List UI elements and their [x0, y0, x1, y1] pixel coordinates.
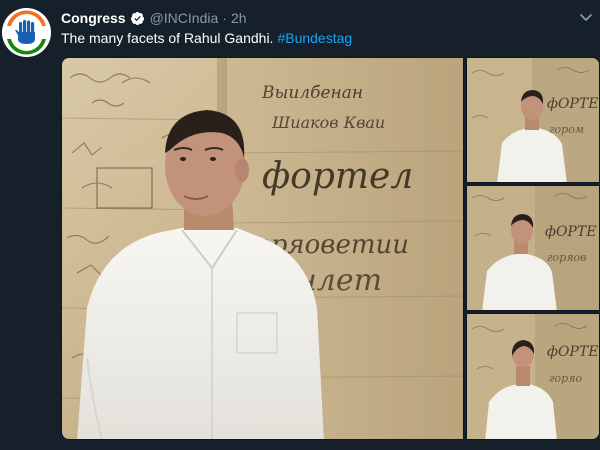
photo-side-3[interactable]: фОРТЕ горяо	[466, 313, 600, 440]
graffiti-side2: фОРТЕ	[545, 224, 596, 240]
avatar[interactable]	[2, 8, 51, 57]
svg-text:гором: гором	[549, 123, 584, 136]
separator-dot: ·	[222, 10, 227, 26]
tweet-text: The many facets of Rahul Gandhi. #Bundest…	[61, 30, 352, 46]
media-grid: Выилбенан Шиаков Кваи фортел горяоветии …	[61, 57, 600, 440]
graffiti-side1: фОРТЕ	[547, 96, 598, 112]
photo-man-standing-2: фОРТЕ горяов	[467, 186, 599, 310]
hashtag-link[interactable]: #Bundestag	[277, 30, 352, 46]
graffiti-side3: фОРТЕ	[547, 344, 598, 360]
photo-man-facing-left: Выилбенан Шиаков Кваи фортел горяоветии …	[62, 58, 463, 439]
graffiti-text-top: Выилбенан	[261, 83, 363, 103]
photo-main[interactable]: Выилбенан Шиаков Кваи фортел горяоветии …	[61, 57, 464, 440]
photo-man-looking-up: фОРТЕ горяо	[467, 314, 599, 439]
author-handle[interactable]: @INCIndia	[150, 10, 219, 26]
chevron-down-icon[interactable]	[578, 9, 594, 25]
congress-logo-icon	[2, 8, 51, 57]
verified-badge-icon	[130, 11, 144, 25]
svg-text:горяов: горяов	[547, 251, 587, 264]
graffiti-text-forte: фортел	[262, 156, 413, 197]
tweet-card[interactable]: Congress @INCIndia · 2h The many facets …	[0, 0, 600, 450]
tweet-header: Congress @INCIndia · 2h	[61, 8, 247, 28]
svg-text:горяо: горяо	[549, 372, 583, 385]
tweet-timestamp[interactable]: 2h	[231, 10, 247, 26]
photo-man-standing-1: фОРТЕ гором	[467, 58, 599, 182]
graffiti-text-line2: Шиаков Кваи	[271, 113, 385, 132]
photo-side-1[interactable]: фОРТЕ гором	[466, 57, 600, 183]
photo-side-2[interactable]: фОРТЕ горяов	[466, 185, 600, 311]
author-name[interactable]: Congress	[61, 10, 126, 26]
tweet-body: The many facets of Rahul Gandhi.	[61, 30, 274, 46]
